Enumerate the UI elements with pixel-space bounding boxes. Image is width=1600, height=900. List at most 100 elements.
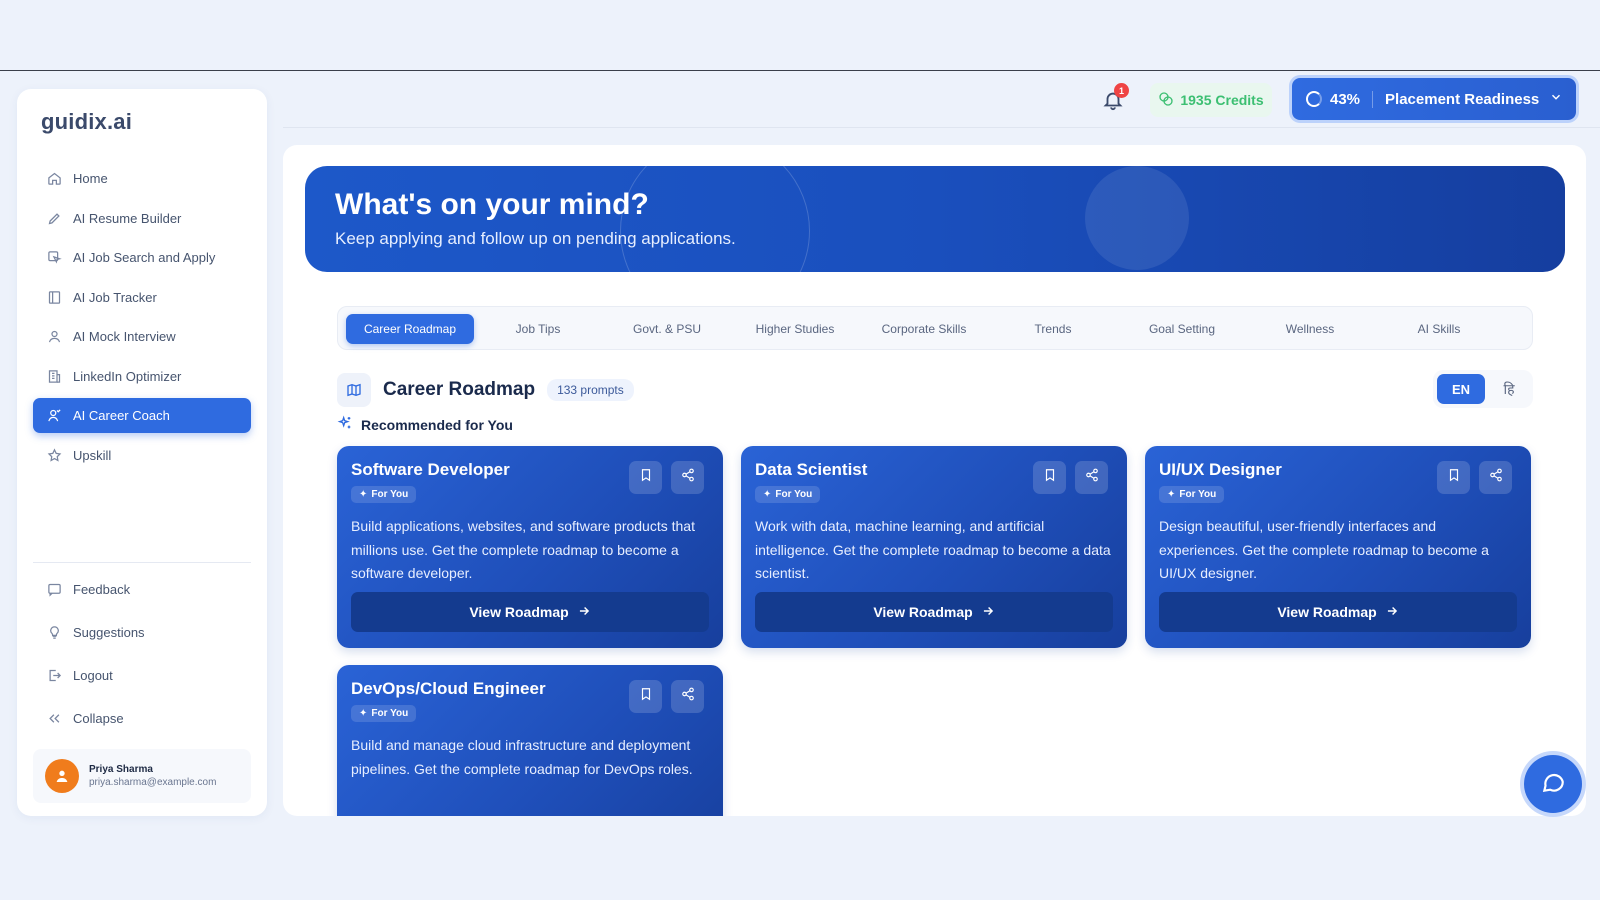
book-icon <box>45 288 63 306</box>
logout-icon <box>45 667 63 685</box>
share-icon <box>1085 468 1099 487</box>
sidebar-item-career-coach[interactable]: AI Career Coach <box>33 398 251 433</box>
share-button[interactable] <box>1075 461 1108 494</box>
for-you-badge-label: For You <box>1179 489 1217 500</box>
hero-decoration <box>1085 166 1189 270</box>
sidebar-item-feedback[interactable]: Feedback <box>33 572 251 607</box>
share-icon <box>681 468 695 487</box>
roadmap-card-ui-ux-designer[interactable]: UI/UX Designer ✦ For You Design beautiful… <box>1145 446 1531 648</box>
tab-corporate-skills[interactable]: Corporate Skills <box>860 314 988 344</box>
sidebar-item-resume-builder[interactable]: AI Resume Builder <box>33 201 251 236</box>
sidebar-item-logout[interactable]: Logout <box>33 658 251 693</box>
tab-career-roadmap[interactable]: Career Roadmap <box>346 314 474 344</box>
placement-readiness-dropdown[interactable]: 43% Placement Readiness <box>1292 78 1576 120</box>
prompt-count-badge: 133 prompts <box>547 379 634 401</box>
language-hi-button[interactable]: हि <box>1491 374 1527 404</box>
card-title: Software Developer <box>351 460 510 479</box>
chat-bubble-icon <box>1540 769 1566 800</box>
user-email: priya.sharma@example.com <box>89 777 217 788</box>
tab-trends[interactable]: Trends <box>989 314 1117 344</box>
user-profile-card[interactable]: Priya Sharma priya.sharma@example.com <box>33 749 251 803</box>
share-button[interactable] <box>1479 461 1512 494</box>
section-header: Career Roadmap 133 prompts <box>337 372 634 408</box>
bookmark-button[interactable] <box>1033 461 1066 494</box>
chevron-down-icon <box>1549 90 1563 109</box>
user-check-icon <box>45 407 63 425</box>
pen-icon <box>45 209 63 227</box>
app-logo[interactable]: guidix.ai <box>41 109 132 135</box>
sidebar-item-collapse[interactable]: Collapse <box>33 701 251 736</box>
sidebar-item-linkedin-optimizer[interactable]: LinkedIn Optimizer <box>33 359 251 394</box>
star-icon <box>45 446 63 464</box>
recommended-label: Recommended for You <box>361 416 513 433</box>
roadmap-card-data-scientist[interactable]: Data Scientist ✦ For You Work with data, … <box>741 446 1127 648</box>
hero-subtitle: Keep applying and follow up on pending a… <box>335 229 736 248</box>
sparkles-icon <box>337 415 353 434</box>
sidebar-item-label: Feedback <box>73 582 131 597</box>
sidebar-item-job-tracker[interactable]: AI Job Tracker <box>33 280 251 315</box>
category-tabs: Career Roadmap Job Tips Govt. & PSU High… <box>337 306 1533 350</box>
sidebar-item-home[interactable]: Home <box>33 161 251 196</box>
view-roadmap-button[interactable]: View Roadmap <box>1159 592 1517 632</box>
view-roadmap-label: View Roadmap <box>1277 604 1377 620</box>
for-you-badge: ✦ For You <box>755 486 821 503</box>
sidebar-item-suggestions[interactable]: Suggestions <box>33 615 251 650</box>
chat-button[interactable] <box>1524 755 1582 813</box>
sidebar-item-label: AI Job Tracker <box>73 289 157 305</box>
language-en-button[interactable]: EN <box>1437 374 1485 404</box>
home-icon <box>45 170 63 188</box>
sidebar-item-label: LinkedIn Optimizer <box>73 368 182 384</box>
hero-banner: What's on your mind? Keep applying and f… <box>305 166 1565 272</box>
bookmark-icon <box>639 468 653 487</box>
share-button[interactable] <box>671 461 704 494</box>
lightbulb-icon <box>45 624 63 642</box>
sidebar-item-label: AI Job Search and Apply <box>73 250 216 265</box>
tab-job-tips[interactable]: Job Tips <box>474 314 602 344</box>
bookmark-button[interactable] <box>1437 461 1470 494</box>
roadmap-card-software-developer[interactable]: Software Developer ✦ For You Build applic… <box>337 446 723 648</box>
section-title: Career Roadmap <box>383 379 536 400</box>
readiness-percent: 43% <box>1330 90 1374 108</box>
view-roadmap-button[interactable]: View Roadmap <box>351 592 709 632</box>
user-icon <box>45 328 63 346</box>
view-roadmap-label: View Roadmap <box>469 604 569 620</box>
credits-badge[interactable]: 1935 Credits <box>1150 83 1272 117</box>
arrow-right-icon <box>981 604 995 621</box>
main-panel: What's on your mind? Keep applying and f… <box>283 145 1586 816</box>
sidebar-item-mock-interview[interactable]: AI Mock Interview <box>33 319 251 354</box>
sidebar-item-upskill[interactable]: Upskill <box>33 438 251 473</box>
tab-govt-psu[interactable]: Govt. & PSU <box>603 314 731 344</box>
sidebar-item-label: AI Mock Interview <box>73 329 176 344</box>
sidebar-secondary-nav: Feedback Suggestions Logout Collapse <box>33 572 251 744</box>
notification-badge: 1 <box>1114 83 1129 98</box>
coins-icon <box>1158 91 1174 110</box>
sidebar-item-job-search[interactable]: AI Job Search and Apply <box>33 240 251 275</box>
progress-ring-icon <box>1306 91 1322 107</box>
for-you-badge-label: For You <box>775 489 813 500</box>
view-roadmap-button[interactable]: View Roadmap <box>755 592 1113 632</box>
tab-goal-setting[interactable]: Goal Setting <box>1118 314 1246 344</box>
tab-ai-skills[interactable]: AI Skills <box>1375 314 1503 344</box>
card-description: Work with data, machine learning, and ar… <box>755 518 1111 581</box>
map-icon <box>337 373 371 407</box>
readiness-label: Placement Readiness <box>1385 90 1540 108</box>
card-title: UI/UX Designer <box>1159 460 1282 479</box>
bookmark-button[interactable] <box>629 680 662 713</box>
tab-wellness[interactable]: Wellness <box>1246 314 1374 344</box>
sparkles-icon: ✦ <box>359 708 368 719</box>
for-you-badge: ✦ For You <box>1159 486 1225 503</box>
bookmark-button[interactable] <box>629 461 662 494</box>
chevrons-left-icon <box>45 710 63 728</box>
roadmap-card-devops-cloud-engineer[interactable]: DevOps/Cloud Engineer ✦ For You Build and… <box>337 665 723 816</box>
sparkles-icon: ✦ <box>359 489 368 500</box>
language-toggle: EN हि <box>1433 370 1533 408</box>
tab-higher-studies[interactable]: Higher Studies <box>731 314 859 344</box>
sidebar-nav: Home AI Resume Builder AI Job Search and… <box>33 161 251 477</box>
recommended-heading: Recommended for You <box>337 415 513 434</box>
sparkles-icon: ✦ <box>1167 489 1176 500</box>
sidebar: guidix.ai Home AI Resume Builder AI Job … <box>17 89 267 816</box>
card-title: DevOps/Cloud Engineer <box>351 679 546 698</box>
credits-text: 1935 Credits <box>1180 92 1264 108</box>
share-button[interactable] <box>671 680 704 713</box>
for-you-badge-label: For You <box>371 708 409 719</box>
